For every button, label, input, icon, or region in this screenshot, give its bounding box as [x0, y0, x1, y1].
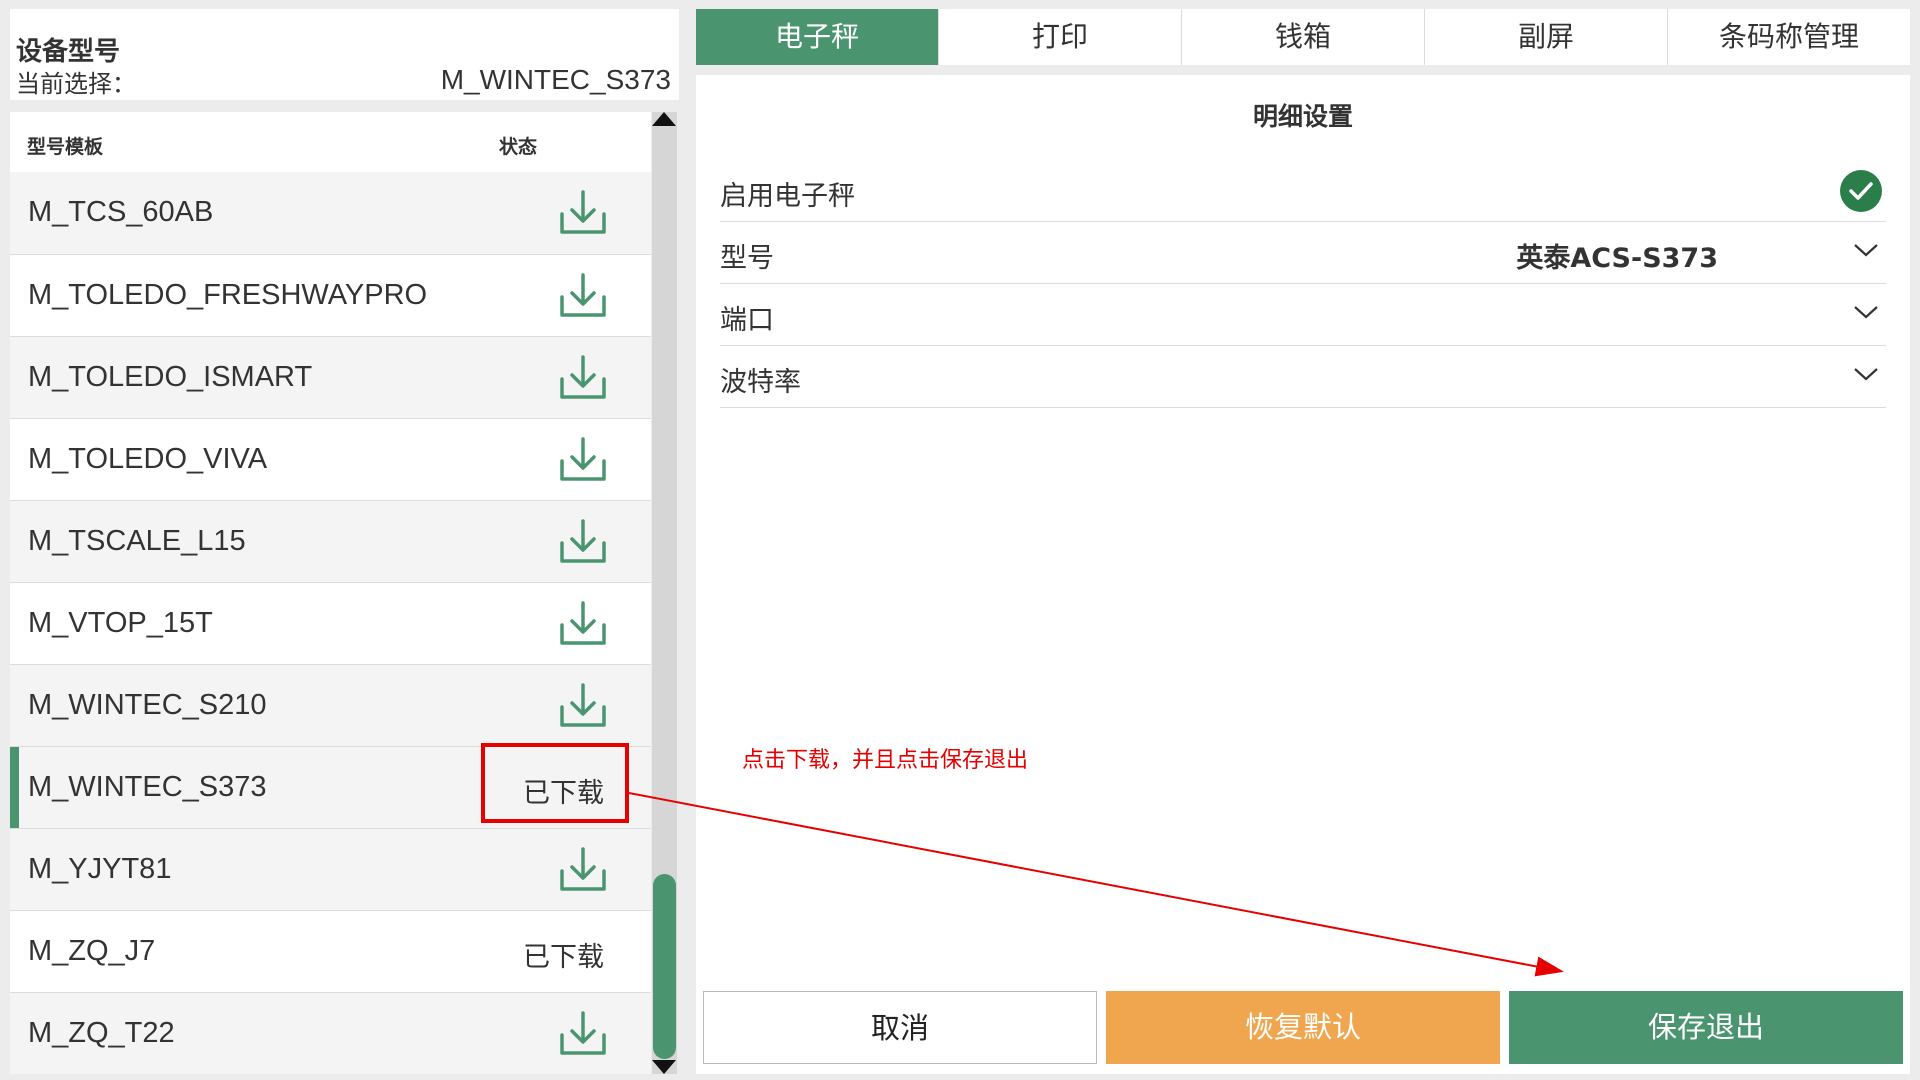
current-selection-label: 当前选择： — [16, 70, 136, 98]
list-item[interactable]: M_YJYT81 — [10, 828, 651, 910]
tab-scale[interactable]: 电子秤 — [696, 9, 938, 65]
chevron-down-icon[interactable] — [1852, 240, 1880, 260]
download-icon[interactable] — [557, 188, 609, 240]
scroll-up-arrow-icon[interactable] — [652, 112, 676, 126]
setting-port[interactable]: 端口 — [720, 284, 1886, 346]
chevron-down-icon[interactable] — [1852, 364, 1880, 384]
model-value: 英泰ACS-S373 — [1516, 243, 1718, 274]
download-icon[interactable] — [557, 599, 609, 651]
detail-title: 明细设置 — [1252, 102, 1353, 131]
model-name: M_ZQ_J7 — [28, 935, 156, 967]
download-icon[interactable] — [557, 1009, 609, 1061]
scrollbar-thumb[interactable] — [653, 874, 676, 1059]
tab-print[interactable]: 打印 — [938, 9, 1181, 65]
checkmark-icon[interactable] — [1840, 170, 1882, 212]
list-item[interactable]: M_TOLEDO_FRESHWAYPRO — [10, 254, 651, 336]
list-item[interactable]: M_ZQ_T22 — [10, 992, 651, 1074]
list-item[interactable]: M_WINTEC_S210 — [10, 664, 651, 746]
tab-cash-drawer[interactable]: 钱箱 — [1181, 9, 1424, 65]
model-name: M_TSCALE_L15 — [28, 525, 246, 557]
list-item[interactable]: M_TOLEDO_VIVA — [10, 418, 651, 500]
model-name: M_TOLEDO_VIVA — [28, 443, 268, 475]
model-name: M_YJYT81 — [28, 853, 172, 885]
device-header: 设备型号 当前选择： M_WINTEC_S373 — [10, 9, 679, 100]
enable-scale-label: 启用电子秤 — [720, 181, 855, 212]
tab-barcode-scale[interactable]: 条码称管理 — [1667, 9, 1910, 65]
highlight-box — [481, 743, 629, 823]
model-name: M_TOLEDO_FRESHWAYPRO — [28, 279, 428, 311]
list-item[interactable]: M_TCS_60AB — [10, 172, 651, 254]
model-name: M_TOLEDO_ISMART — [28, 361, 313, 393]
list-header: 型号模板 状态 — [10, 112, 651, 172]
chevron-down-icon[interactable] — [1852, 302, 1880, 322]
baud-rate-label: 波特率 — [720, 367, 801, 398]
list-item[interactable]: M_ZQ_J7 已下载 — [10, 910, 651, 992]
save-exit-button[interactable]: 保存退出 — [1509, 991, 1903, 1064]
list-item[interactable]: M_TOLEDO_ISMART — [10, 336, 651, 418]
download-icon[interactable] — [557, 435, 609, 487]
tab-secondary-screen[interactable]: 副屏 — [1424, 9, 1667, 65]
tab-bar: 电子秤 打印 钱箱 副屏 条码称管理 — [696, 9, 1910, 65]
list-scrollbar[interactable] — [652, 112, 677, 1074]
download-icon[interactable] — [557, 353, 609, 405]
column-header-status: 状态 — [499, 136, 538, 158]
model-name: M_WINTEC_S373 — [28, 771, 267, 803]
download-icon[interactable] — [557, 845, 609, 897]
port-label: 端口 — [720, 305, 774, 336]
list-item[interactable]: M_TSCALE_L15 — [10, 500, 651, 582]
model-list: 型号模板 状态 M_TCS_60AB M_TOLEDO_FRESHWAYPRO M_… — [10, 112, 651, 1074]
device-title: 设备型号 — [16, 37, 121, 67]
current-selection-value: M_WINTEC_S373 — [440, 64, 671, 95]
model-rows: M_TCS_60AB M_TOLEDO_FRESHWAYPRO M_TOLEDO_I… — [10, 172, 651, 1074]
model-name: M_WINTEC_S210 — [28, 689, 267, 721]
button-bar: 取消 恢复默认 保存退出 — [696, 982, 1910, 1074]
setting-enable-scale[interactable]: 启用电子秤 — [720, 160, 1886, 222]
model-label: 型号 — [720, 243, 774, 274]
setting-model[interactable]: 型号 英泰ACS-S373 — [720, 222, 1886, 284]
downloaded-status: 已下载 — [523, 942, 604, 973]
model-name: M_VTOP_15T — [28, 607, 213, 639]
cancel-button[interactable]: 取消 — [703, 991, 1097, 1064]
scroll-down-arrow-icon[interactable] — [652, 1060, 676, 1074]
model-name: M_TCS_60AB — [28, 196, 214, 228]
column-header-model: 型号模板 — [27, 136, 104, 158]
restore-default-button[interactable]: 恢复默认 — [1106, 991, 1500, 1064]
instruction-annotation: 点击下载，并且点击保存退出 — [742, 748, 1029, 773]
download-icon[interactable] — [557, 271, 609, 323]
list-item[interactable]: M_VTOP_15T — [10, 582, 651, 664]
setting-baud-rate[interactable]: 波特率 — [720, 346, 1886, 408]
detail-panel: 明细设置 启用电子秤 型号 英泰ACS-S373 端口 波特率 — [696, 75, 1910, 982]
download-icon[interactable] — [557, 681, 609, 733]
model-name: M_ZQ_T22 — [28, 1017, 175, 1049]
download-icon[interactable] — [557, 517, 609, 569]
